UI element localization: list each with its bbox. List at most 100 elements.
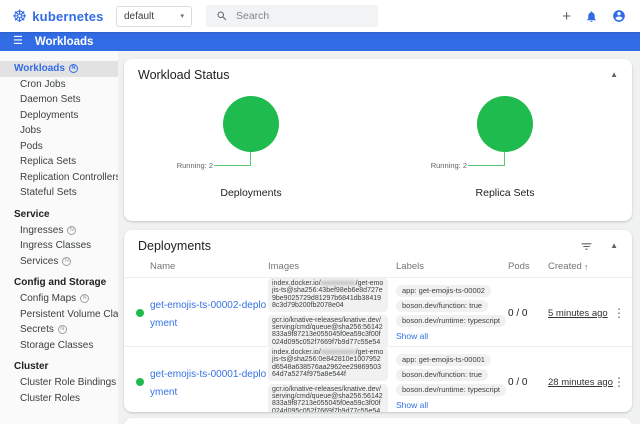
sidebar-item-jobs[interactable]: Jobs — [0, 123, 118, 139]
workload-status-title: Workload Status — [138, 68, 593, 82]
sidebar-item-deployments[interactable]: Deployments — [0, 108, 118, 124]
sidebar-item-label: Persistent Volume Claims — [20, 309, 118, 321]
search-input[interactable] — [236, 10, 368, 22]
deployments-card: Deployments ▲ NameImagesLabelsPodsCreate… — [124, 230, 632, 412]
collapse-caret-icon[interactable]: ▲ — [610, 71, 618, 79]
sidebar-item-replica-sets[interactable]: Replica Sets — [0, 154, 118, 170]
sidebar-item-cluster-roles[interactable]: Cluster Roles — [0, 391, 118, 407]
status-running-dot — [136, 309, 144, 317]
sidebar-item-label: Pods — [20, 141, 43, 153]
image-chip: index.docker.io/xxxxxxxxxx/get-emojis-ts… — [268, 347, 388, 381]
chart-label: Replica Sets — [476, 187, 535, 199]
status-chart-deployments: Running: 2 Deployments — [124, 94, 378, 199]
top-bar: ☸ kubernetes default ▾ + — [0, 0, 640, 32]
deployments-table-body: get-emojis-ts-00002-deploymentindex.dock… — [124, 277, 632, 412]
sidebar-item-label: Config Maps — [20, 293, 76, 305]
created-cell[interactable]: 28 minutes ago — [548, 377, 610, 388]
create-resource-button[interactable]: + — [562, 9, 571, 24]
sidebar-item-pods[interactable]: Pods — [0, 139, 118, 155]
status-chart-replica-sets: Running: 2Replica Sets — [378, 94, 632, 199]
sidebar-item-label: Secrets — [20, 324, 54, 336]
sidebar-item-stateful-sets[interactable]: Stateful Sets — [0, 185, 118, 201]
page-title: Workloads — [35, 36, 94, 48]
menu-hamburger-icon[interactable]: ☰ — [13, 36, 23, 47]
user-account-icon[interactable] — [612, 9, 626, 23]
column-header-pods[interactable]: Pods — [508, 261, 548, 272]
sidebar-item-workloads[interactable]: WorkloadsN — [0, 61, 118, 77]
brand: ☸ kubernetes — [0, 8, 106, 25]
row-menu-button[interactable]: ⋮ — [610, 376, 628, 388]
sidebar-item-config-maps[interactable]: Config MapsN — [0, 291, 118, 307]
pie-chart — [477, 96, 533, 152]
sidebar-item-cron-jobs[interactable]: Cron Jobs — [0, 77, 118, 93]
deployments-header: Deployments ▲ — [124, 230, 632, 255]
label-chip: boson.dev/function: true — [396, 300, 488, 312]
image-chip: index.docker.io/xxxxxxxxxx/get-emojis-ts… — [268, 278, 388, 312]
image-chip: gcr.io/knative-releases/knative.dev/serv… — [268, 315, 388, 349]
search-icon — [216, 10, 228, 22]
workload-status-header: Workload Status ▲ — [124, 59, 632, 84]
images-cell: index.docker.io/xxxxxxxxxx/get-emojis-ts… — [268, 347, 396, 412]
annotation-connector-line — [468, 152, 505, 166]
content-layout: WorkloadsNCron JobsDaemon SetsDeployment… — [0, 51, 640, 424]
kubernetes-logo-icon: ☸ — [12, 8, 27, 25]
sidebar-section-header: Config and Storage — [0, 269, 118, 291]
workload-status-card: Workload Status ▲ Running: 2DeploymentsR… — [124, 59, 632, 221]
created-cell[interactable]: 5 minutes ago — [548, 308, 610, 319]
sidebar-item-secrets[interactable]: SecretsN — [0, 322, 118, 338]
deployment-name-link[interactable]: get-emojis-ts-00001-deployment — [150, 369, 266, 398]
status-cell — [130, 309, 150, 317]
sidebar-item-services[interactable]: Services N — [0, 254, 118, 270]
next-card-peek — [124, 418, 632, 424]
sidebar-item-ingress-classes[interactable]: Ingress Classes — [0, 238, 118, 254]
redacted-text: xxxxxxxxxx — [321, 349, 356, 356]
search-bar — [206, 5, 378, 27]
label-chip: app: get-emojis-ts-00002 — [396, 285, 491, 297]
chart-label: Deployments — [220, 187, 281, 199]
sidebar-item-replication-controllers[interactable]: Replication Controllers — [0, 170, 118, 186]
namespace-selector[interactable]: default ▾ — [116, 6, 192, 27]
column-spacer — [130, 261, 150, 272]
namespaced-badge-icon: N — [67, 226, 76, 235]
name-cell: get-emojis-ts-00002-deployment — [150, 295, 268, 331]
column-header-images[interactable]: Images — [268, 261, 396, 272]
filter-icon[interactable] — [580, 240, 593, 253]
sidebar-item-persistent-volume-claims[interactable]: Persistent Volume ClaimsN — [0, 307, 118, 323]
column-header-created[interactable]: Created ↑ — [548, 261, 610, 272]
namespaced-badge-icon: N — [62, 257, 71, 266]
sidebar-item-ingresses[interactable]: Ingresses N — [0, 223, 118, 239]
sidebar-item-cluster-role-bindings[interactable]: Cluster Role Bindings — [0, 375, 118, 391]
label-chip: boson.dev/function: true — [396, 369, 488, 381]
pie-chart-area: Running: 2 — [166, 94, 336, 180]
labels-cell: app: get-emojis-ts-00001boson.dev/functi… — [396, 354, 508, 410]
sidebar-item-label: Workloads — [14, 63, 65, 75]
column-header-name[interactable]: Name — [150, 261, 268, 272]
workload-status-charts: Running: 2 Deployments Running: 2Replica S… — [124, 94, 632, 199]
sidebar-item-label: Services — [20, 256, 58, 268]
sidebar-item-daemon-sets[interactable]: Daemon Sets — [0, 92, 118, 108]
labels-cell: app: get-emojis-ts-00002 boson.dev/functi… — [396, 285, 508, 341]
deployment-name-link[interactable]: get-emojis-ts-00002-deployment — [150, 300, 266, 329]
name-cell: get-emojis-ts-00001-deployment — [150, 364, 268, 400]
image-chip: gcr.io/knative-releases/knative.dev/serv… — [268, 384, 388, 412]
column-header-labels[interactable]: Labels — [396, 261, 508, 272]
sidebar-item-label: Ingress Classes — [20, 240, 91, 252]
column-spacer — [610, 261, 628, 272]
sidebar-item-label: Replica Sets — [20, 156, 76, 168]
label-chip: boson.dev/runtime: typescript — [396, 384, 506, 396]
sidebar-item-storage-classes[interactable]: Storage Classes — [0, 338, 118, 354]
show-all-link[interactable]: Show all — [396, 400, 428, 410]
pods-cell: 0 / 0 — [508, 377, 548, 388]
sidebar-item-label: Cluster Roles — [20, 393, 80, 405]
collapse-caret-icon[interactable]: ▲ — [610, 242, 618, 250]
show-all-link[interactable]: Show all — [396, 331, 428, 341]
kubernetes-dashboard: ☸ kubernetes default ▾ + ☰ Workloads W — [0, 0, 640, 424]
notifications-bell-icon[interactable] — [585, 10, 598, 23]
sidebar-section-header: Cluster — [0, 353, 118, 375]
row-menu-button[interactable]: ⋮ — [610, 307, 628, 319]
brand-name: kubernetes — [32, 9, 103, 24]
sidebar-section-header: Service — [0, 201, 118, 223]
pods-cell: 0 / 0 — [508, 308, 548, 319]
sidebar-item-label: Ingresses — [20, 225, 63, 237]
sort-ascending-icon: ↑ — [584, 262, 589, 272]
